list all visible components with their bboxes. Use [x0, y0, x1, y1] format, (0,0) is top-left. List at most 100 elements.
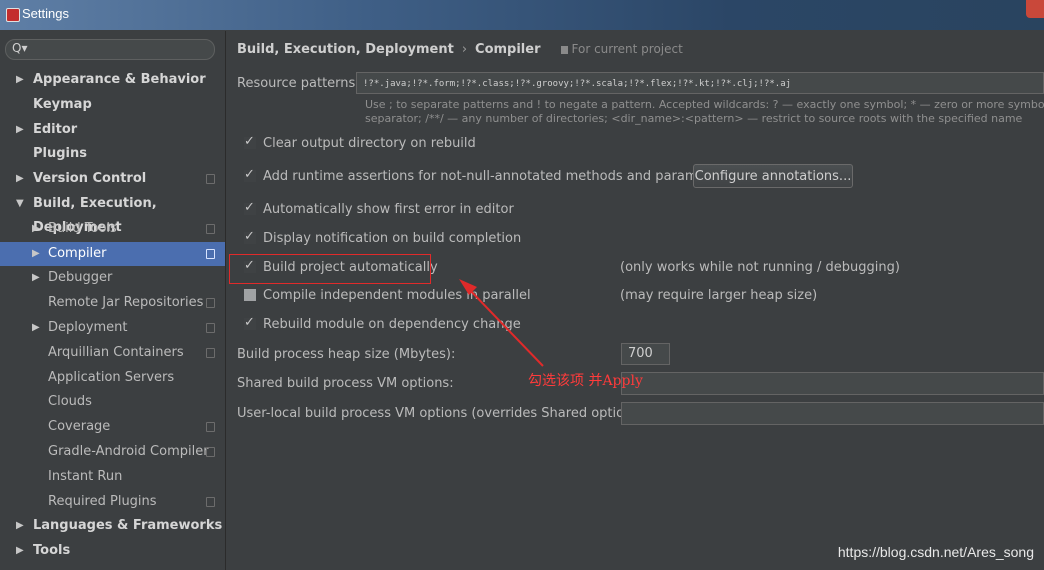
resource-patterns-input[interactable]: !?*.java;!?*.form;!?*.class;!?*.groovy;!… [356, 72, 1044, 94]
sidebar-item-debugger[interactable]: ▶ Debugger [0, 266, 225, 290]
sidebar-item-label: Appearance & Behavior [33, 72, 206, 87]
sidebar-item-label: Deployment [48, 320, 128, 335]
scope-label: For current project [560, 42, 683, 56]
sidebar-item-label: Languages & Frameworks [33, 518, 223, 534]
breadcrumb-page: Compiler [475, 42, 541, 57]
sidebar-item-label: Instant Run [48, 468, 123, 484]
sidebar-item-build-tools[interactable]: ▶ Build Tools [0, 217, 225, 241]
compile-parallel-checkbox[interactable]: Compile independent modules in parallel [244, 288, 531, 304]
sidebar-item-label: Keymap [33, 96, 92, 112]
configure-annotations-button[interactable]: Configure annotations... [693, 164, 853, 188]
sidebar-item-label: Arquillian Containers [48, 344, 184, 360]
resource-patterns-hint: Use ; to separate patterns and ! to nega… [365, 98, 1044, 126]
user-local-vm-options-input[interactable] [621, 402, 1044, 425]
expand-arrow-right-icon[interactable]: ▶ [32, 217, 40, 241]
expand-arrow-down-icon[interactable]: ▼ [16, 192, 24, 216]
sidebar-item-label: Compiler [48, 245, 107, 261]
rebuild-on-dependency-checkbox[interactable]: Rebuild module on dependency change [244, 315, 521, 333]
sidebar-item-languages-frameworks[interactable]: ▶ Languages & Frameworks [0, 514, 225, 538]
hint-line-2: separator; /**/ — any number of director… [365, 112, 1023, 125]
checkbox-checked-icon[interactable] [244, 167, 256, 183]
shared-vm-options-label: Shared build process VM options: [237, 376, 454, 391]
sidebar-item-label: Remote Jar Repositories [48, 295, 204, 311]
clear-output-checkbox[interactable]: Clear output directory on rebuild [244, 134, 476, 152]
settings-sidebar: Q▾ ▶ Appearance & Behavior Keymap ▶ Editor Pl… [0, 31, 226, 570]
checkbox-checked-icon[interactable] [244, 200, 256, 216]
display-notification-checkbox[interactable]: Display notification on build completion [244, 229, 521, 247]
sidebar-item-label: Gradle-Android Compiler [48, 444, 209, 459]
expand-arrow-right-icon[interactable]: ▶ [16, 118, 24, 142]
intellij-app-icon [6, 8, 20, 22]
sidebar-item-arquillian-containers[interactable]: Arquillian Containers [0, 341, 225, 365]
expand-arrow-right-icon[interactable]: ▶ [16, 539, 24, 563]
sidebar-item-appearance-behavior[interactable]: ▶ Appearance & Behavior [0, 68, 225, 92]
expand-arrow-right-icon[interactable]: ▶ [32, 316, 40, 340]
user-local-vm-options-label: User-local build process VM options (ove… [237, 406, 649, 421]
close-window-button[interactable] [1026, 0, 1044, 18]
sidebar-item-label: Coverage [48, 419, 111, 435]
sidebar-item-clouds[interactable]: Clouds [0, 390, 225, 414]
annotation-highlight-box [229, 254, 431, 284]
show-first-error-checkbox[interactable]: Automatically show first error in editor [244, 200, 514, 218]
sidebar-item-required-plugins[interactable]: Required Plugins [0, 490, 225, 514]
runtime-assertions-checkbox[interactable]: Add runtime assertions for not-null-anno… [244, 167, 731, 185]
build-automatically-note: (only works while not running / debuggin… [620, 260, 900, 275]
checkbox-checked-icon[interactable] [244, 229, 256, 245]
sidebar-item-deployment[interactable]: ▶ Deployment [0, 316, 225, 340]
project-scope-icon [206, 347, 215, 358]
annotation-text: 勾选该项 并Apply [528, 373, 643, 389]
checkbox-unchecked-icon[interactable] [244, 289, 256, 301]
project-scope-icon [206, 422, 215, 433]
watermark: https://blog.csdn.net/Ares_song [837, 544, 1034, 560]
sidebar-item-version-control[interactable]: ▶ Version Control [0, 167, 225, 191]
compiler-settings-panel: Build, Execution, Deployment › Compiler For… [226, 31, 1044, 570]
heap-size-label: Build process heap size (Mbytes): [237, 347, 456, 362]
window-title: Settings [22, 6, 69, 21]
sidebar-item-gradle-android-compiler[interactable]: Gradle-Android Compiler [0, 440, 225, 464]
sidebar-item-tools[interactable]: ▶ Tools [0, 539, 225, 563]
sidebar-item-application-servers[interactable]: Application Servers [0, 366, 225, 390]
sidebar-item-label: Required Plugins [48, 493, 157, 509]
sidebar-item-compiler[interactable]: ▶ Compiler [0, 241, 225, 266]
expand-arrow-right-icon[interactable]: ▶ [16, 514, 24, 538]
breadcrumb-section: Build, Execution, Deployment [237, 42, 454, 57]
sidebar-item-keymap[interactable]: Keymap [0, 93, 225, 117]
search-icon: Q▾ [12, 41, 28, 55]
sidebar-item-build-execution-deployment[interactable]: ▼ Build, Execution, Deployment [0, 192, 225, 235]
sidebar-item-label: Build Tools [48, 220, 117, 236]
project-scope-icon [206, 174, 215, 185]
sidebar-item-plugins[interactable]: Plugins [0, 142, 225, 166]
expand-arrow-right-icon[interactable]: ▶ [16, 68, 24, 92]
sidebar-item-label: Tools [33, 543, 71, 559]
shared-vm-options-input[interactable] [621, 372, 1044, 395]
sidebar-item-label: Plugins [33, 146, 87, 162]
hint-line-1: Use ; to separate patterns and ! to nega… [365, 98, 1044, 111]
checkbox-checked-icon[interactable] [244, 134, 256, 150]
sidebar-item-label: Clouds [48, 394, 92, 410]
project-scope-icon [206, 223, 215, 234]
expand-arrow-right-icon[interactable]: ▶ [32, 242, 40, 266]
project-scope-icon [206, 447, 215, 457]
sidebar-item-label: Version Control [33, 171, 147, 187]
title-bar: Settings [0, 0, 1044, 30]
project-scope-icon [206, 323, 215, 333]
project-scope-icon [206, 496, 215, 507]
breadcrumb-separator: › [461, 42, 468, 57]
breadcrumb: Build, Execution, Deployment › Compiler For… [237, 42, 683, 57]
project-scope-icon [206, 298, 215, 309]
resource-patterns-label: Resource patterns: [237, 76, 360, 91]
sidebar-item-instant-run[interactable]: Instant Run [0, 465, 225, 489]
sidebar-item-coverage[interactable]: Coverage [0, 415, 225, 439]
settings-search-input[interactable]: Q▾ [5, 39, 215, 60]
sidebar-item-label: Debugger [48, 270, 113, 286]
sidebar-item-editor[interactable]: ▶ Editor [0, 118, 225, 142]
sidebar-item-label: Application Servers [48, 369, 175, 385]
sidebar-item-label: Editor [33, 121, 78, 137]
sidebar-item-remote-jar-repositories[interactable]: Remote Jar Repositories [0, 291, 225, 315]
heap-size-input[interactable]: 700 [621, 343, 670, 365]
expand-arrow-right-icon[interactable]: ▶ [16, 167, 24, 191]
project-scope-icon [560, 46, 568, 54]
expand-arrow-right-icon[interactable]: ▶ [32, 266, 40, 290]
project-scope-icon [206, 248, 215, 259]
checkbox-checked-icon[interactable] [244, 315, 256, 331]
